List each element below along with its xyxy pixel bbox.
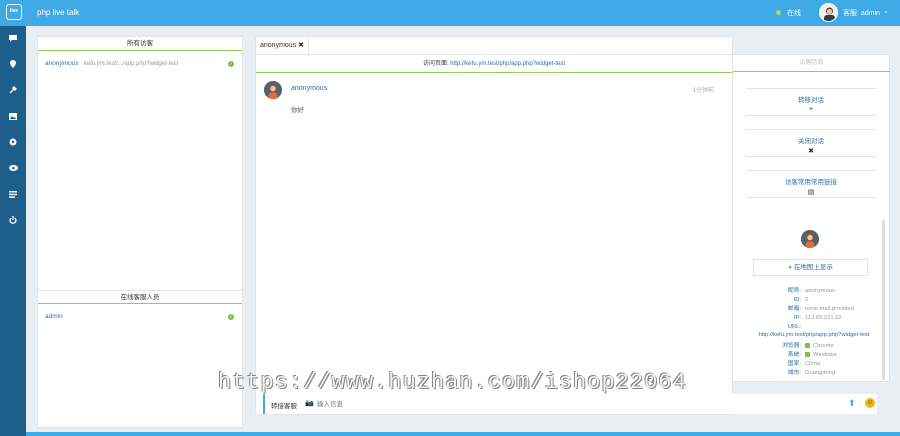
wrench-icon[interactable] [0,82,26,98]
message-text: 你好 [291,107,304,114]
info-email-row: 邮箱: none.mail.provided [733,305,879,314]
info-value: 113.65.231.02 [805,315,842,321]
info-url-value[interactable]: http://kefu.ym.test/php/app.php?widget-t… [746,332,882,338]
left-nav [0,26,26,436]
info-label: 浏览器: [781,343,801,349]
location-icon: ● [788,264,793,271]
scrollbar[interactable] [882,220,885,380]
show-on-map-button[interactable]: ● 在地图上显示 [753,259,868,276]
info-value: 2 [805,297,809,303]
info-value: Guangdong [805,370,836,376]
info-url-row: URL: [733,323,879,332]
online-status-icon [776,10,781,15]
visitors-title: 所有访客 [38,37,242,51]
transfer-chat-button[interactable]: 转移对话 + [746,88,876,116]
info-value: none.mail.provided [805,306,854,312]
visitor-avatar [264,81,282,99]
message-input[interactable] [317,398,837,410]
message-input-bar: 转接客服 📷 ⬆ ☺ [263,394,877,414]
info-value: Windows [805,351,837,360]
agent-name: admin [45,313,63,320]
common-links-button[interactable]: 访客常用常用链接 ▤ [746,170,876,198]
message-time: 1分钟前 [692,88,714,94]
visited-url-bar: 访问页面: http://kefu.ym.test/php/app.php?wi… [256,55,732,73]
check-icon: ✓ [228,61,234,67]
power-icon[interactable] [0,212,26,228]
info-browser-row: 浏览器: Chrome [733,342,879,351]
chrome-icon [805,342,810,348]
watermark: https://www.huzhan.com/ishop22064 [218,370,687,395]
info-label: 城市: [787,370,801,376]
close-icon: ✖ [808,148,814,155]
windows-icon [805,351,810,357]
app-logo[interactable]: live [6,4,22,20]
agent-item[interactable]: admin ✓ [45,312,237,322]
visitors-panel: 所有访客 anonymous kefu.ym.test/.../app.php?w… [37,36,243,428]
image-icon[interactable] [0,108,26,124]
info-label: 系统: [787,352,801,358]
info-label: ID: [793,297,801,303]
visited-url-link[interactable]: http://kefu.ym.test/php/app.php?widget-t… [450,61,565,67]
user-avatar[interactable] [819,3,838,22]
info-label: IP: [793,315,801,321]
url-label: 访问页面: [422,61,449,67]
info-value: Chrome [805,342,834,351]
upload-icon[interactable]: ⬆ [848,398,856,409]
bottom-strip [26,432,900,436]
info-label: 邮箱: [787,306,801,312]
visitor-item[interactable]: anonymous kefu.ym.test/.../app.php?widget… [45,59,237,69]
chat-tab-label: anonymous [260,42,297,49]
transfer-chat-label: 转移对话 [798,97,824,104]
settings-icon[interactable] [0,134,26,150]
visitor-name: anonymous [45,60,79,67]
info-name-row: 昵称: anonymous [733,287,879,296]
visitor-info-avatar [801,230,819,248]
camera-icon[interactable]: 📷 [305,399,314,407]
plus-icon: + [808,106,814,113]
transfer-agent-link[interactable]: 转接客服 [271,400,297,410]
user-name[interactable]: 客服: admin [843,8,880,18]
chat-area: anonymous ✖ 访问页面: http://kefu.ym.test/ph… [255,36,733,415]
close-chat-button[interactable]: 关闭对话 ✖ [746,129,876,157]
info-os-row: 系统: Windows [733,351,879,360]
info-value: China [805,361,821,367]
visitor-url: kefu.ym.test/.../app.php?widget-test [83,61,179,67]
chat-tab[interactable]: anonymous ✖ [256,37,310,54]
visitor-info-panel: 访客信息 转移对话 + 关闭对话 ✖ 访客常用常用链接 ▤ ● 在地图上显示 昵… [733,54,890,382]
list-icon[interactable] [0,186,26,202]
close-chat-label: 关闭对话 [798,138,824,145]
agents-title: 在线客服人员 [38,290,242,304]
check-icon: ✓ [228,314,234,320]
top-bar: live php live talk 在线 客服: admin ⌄ [0,0,900,26]
show-on-map-label: 在地图上显示 [793,264,833,271]
eye-icon[interactable] [0,160,26,176]
visitor-info-title: 访客信息 [733,55,890,72]
info-city-row: 城市: Guangdong [733,369,879,378]
message-sender: anonymous [291,85,328,92]
browser-value: Chrome [813,343,834,349]
list-icon: ▤ [807,189,815,196]
location-icon[interactable] [0,56,26,72]
info-id-row: ID: 2 [733,296,879,305]
emoji-icon[interactable]: ☺ [865,398,875,408]
info-label: URL: [787,324,801,330]
chevron-down-icon[interactable]: ⌄ [883,7,889,15]
info-ip-row: IP: 113.65.231.02 [733,314,879,323]
common-links-label: 访客常用常用链接 [785,179,837,186]
app-title: php live talk [37,8,80,17]
os-value: Windows [813,352,837,358]
chat-icon[interactable] [0,30,26,46]
info-label: 昵称: [787,288,801,294]
info-country-row: 国家: China [733,360,879,369]
info-value: anonymous [805,288,835,294]
info-label: 国家: [787,361,801,367]
close-icon[interactable]: ✖ [298,42,304,49]
online-status-text[interactable]: 在线 [787,8,801,18]
